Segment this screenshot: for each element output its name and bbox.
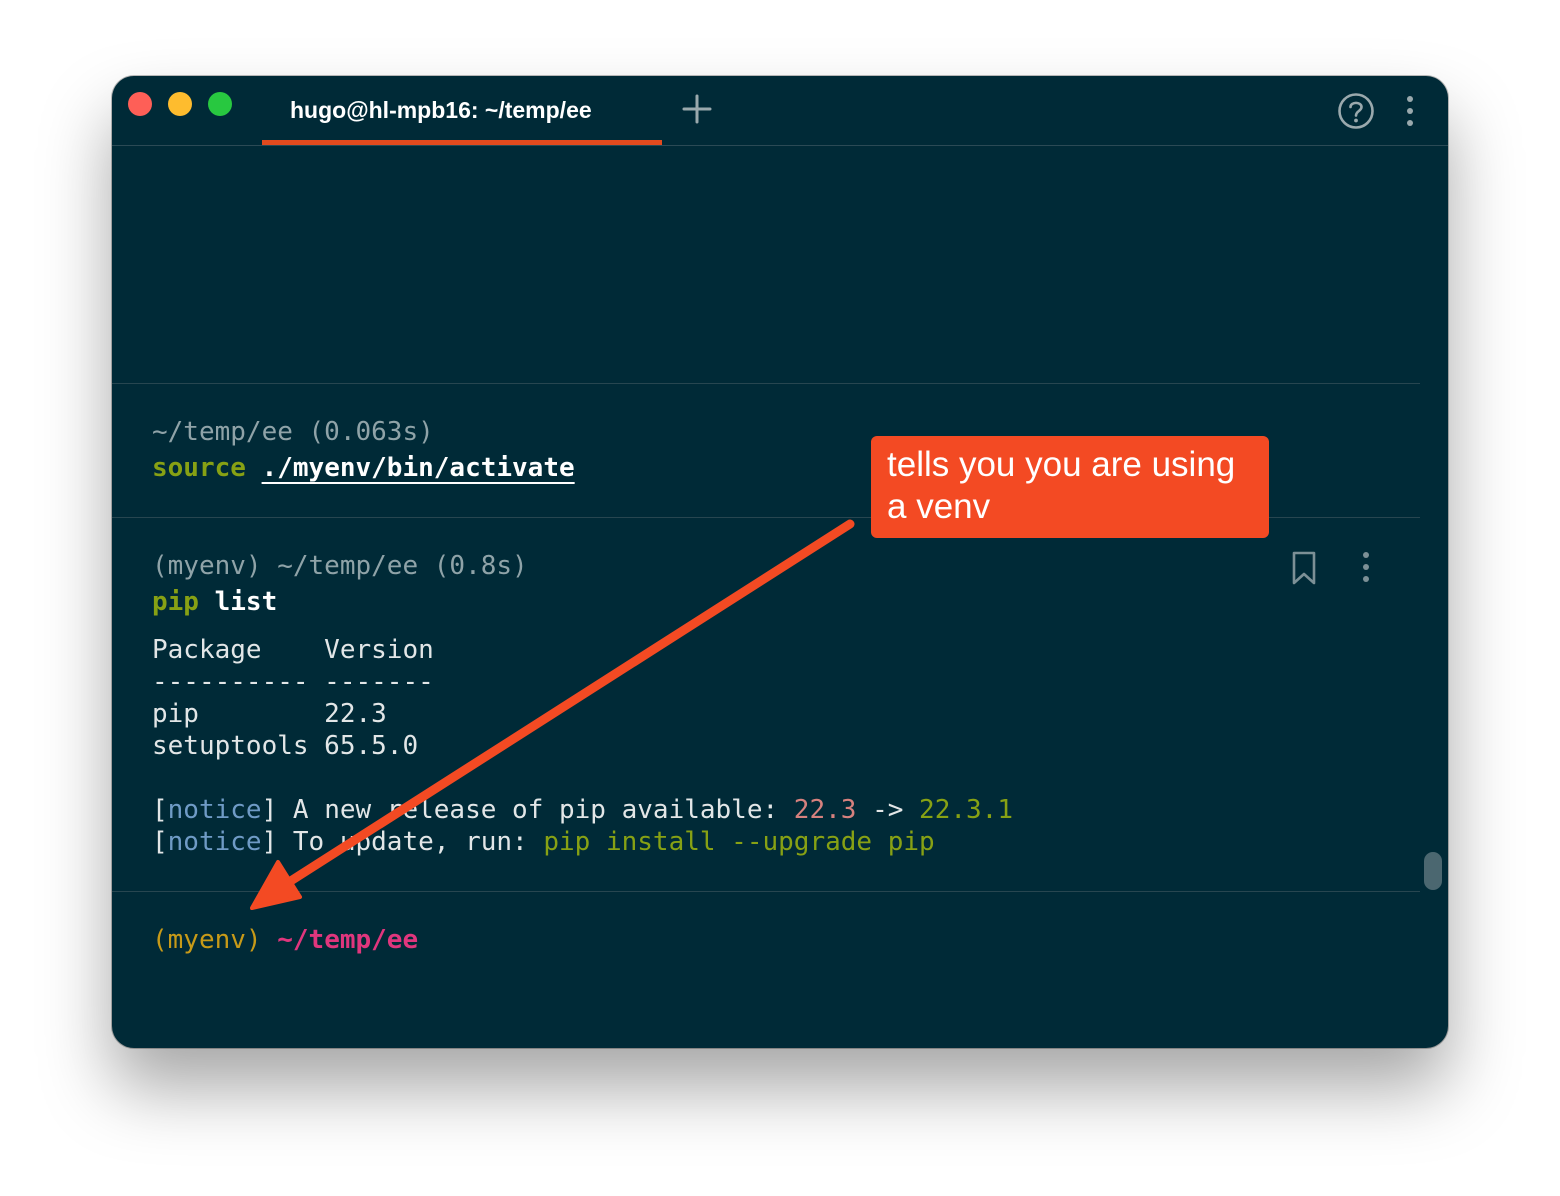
- notice-bracket: [: [152, 827, 168, 857]
- title-bar: hugo@hl-mpb16: ~/temp/ee: [112, 76, 1448, 146]
- block-header: ~/temp/ee (0.063s): [152, 417, 434, 447]
- tab-active[interactable]: hugo@hl-mpb16: ~/temp/ee: [262, 76, 662, 145]
- command-prompt[interactable]: (myenv) ~/temp/ee: [152, 924, 418, 956]
- maximize-window-button[interactable]: [208, 92, 232, 116]
- table-rule: ---------- -------: [152, 667, 434, 697]
- upgrade-command: pip install --upgrade pip: [543, 827, 935, 857]
- notice-bracket: ]: [261, 795, 278, 825]
- terminal-window: hugo@hl-mpb16: ~/temp/ee ~/temp/ee (0.06…: [112, 76, 1448, 1048]
- notice-tag: notice: [167, 827, 262, 857]
- old-version: 22.3: [793, 795, 857, 825]
- bookmark-icon[interactable]: [1288, 550, 1320, 586]
- kebab-menu-icon[interactable]: [1400, 94, 1420, 128]
- help-circle-icon[interactable]: [1337, 92, 1375, 130]
- command-keyword: pip: [152, 587, 199, 617]
- notice-text: A new release of pip available:: [277, 795, 794, 825]
- block-divider: [112, 891, 1420, 892]
- block-divider: [112, 383, 1420, 384]
- scrollbar-thumb[interactable]: [1424, 852, 1442, 890]
- minimize-window-button[interactable]: [168, 92, 192, 116]
- version-arrow: ->: [856, 795, 920, 825]
- plus-icon[interactable]: [682, 94, 712, 124]
- prompt-venv: (myenv): [152, 925, 262, 955]
- table-row: pip 22.3: [152, 699, 387, 729]
- table-row: setuptools 65.5.0: [152, 731, 419, 761]
- block-header: (myenv) ~/temp/ee (0.8s): [152, 551, 528, 581]
- notice-text: To update, run:: [277, 827, 544, 857]
- command-args: list: [214, 587, 278, 617]
- tab-title: hugo@hl-mpb16: ~/temp/ee: [290, 97, 592, 123]
- new-version: 22.3.1: [919, 795, 1013, 825]
- notice-bracket: ]: [261, 827, 278, 857]
- notice-bracket: [: [152, 795, 168, 825]
- close-window-button[interactable]: [128, 92, 152, 116]
- notice-tag: notice: [167, 795, 262, 825]
- block-command[interactable]: pip list: [152, 586, 277, 618]
- notice-line: [notice] To update, run: pip install --u…: [152, 826, 935, 858]
- table-header: Package Version: [152, 635, 434, 665]
- command-keyword: source: [152, 453, 246, 483]
- annotation-callout: tells you you are using a venv: [871, 436, 1269, 538]
- kebab-menu-icon[interactable]: [1356, 550, 1376, 584]
- prompt-path: ~/temp/ee: [277, 925, 419, 955]
- notice-line: [notice] A new release of pip available:…: [152, 794, 1013, 826]
- command-path-link[interactable]: ./myenv/bin/activate: [262, 453, 575, 483]
- block-command[interactable]: source ./myenv/bin/activate: [152, 452, 575, 484]
